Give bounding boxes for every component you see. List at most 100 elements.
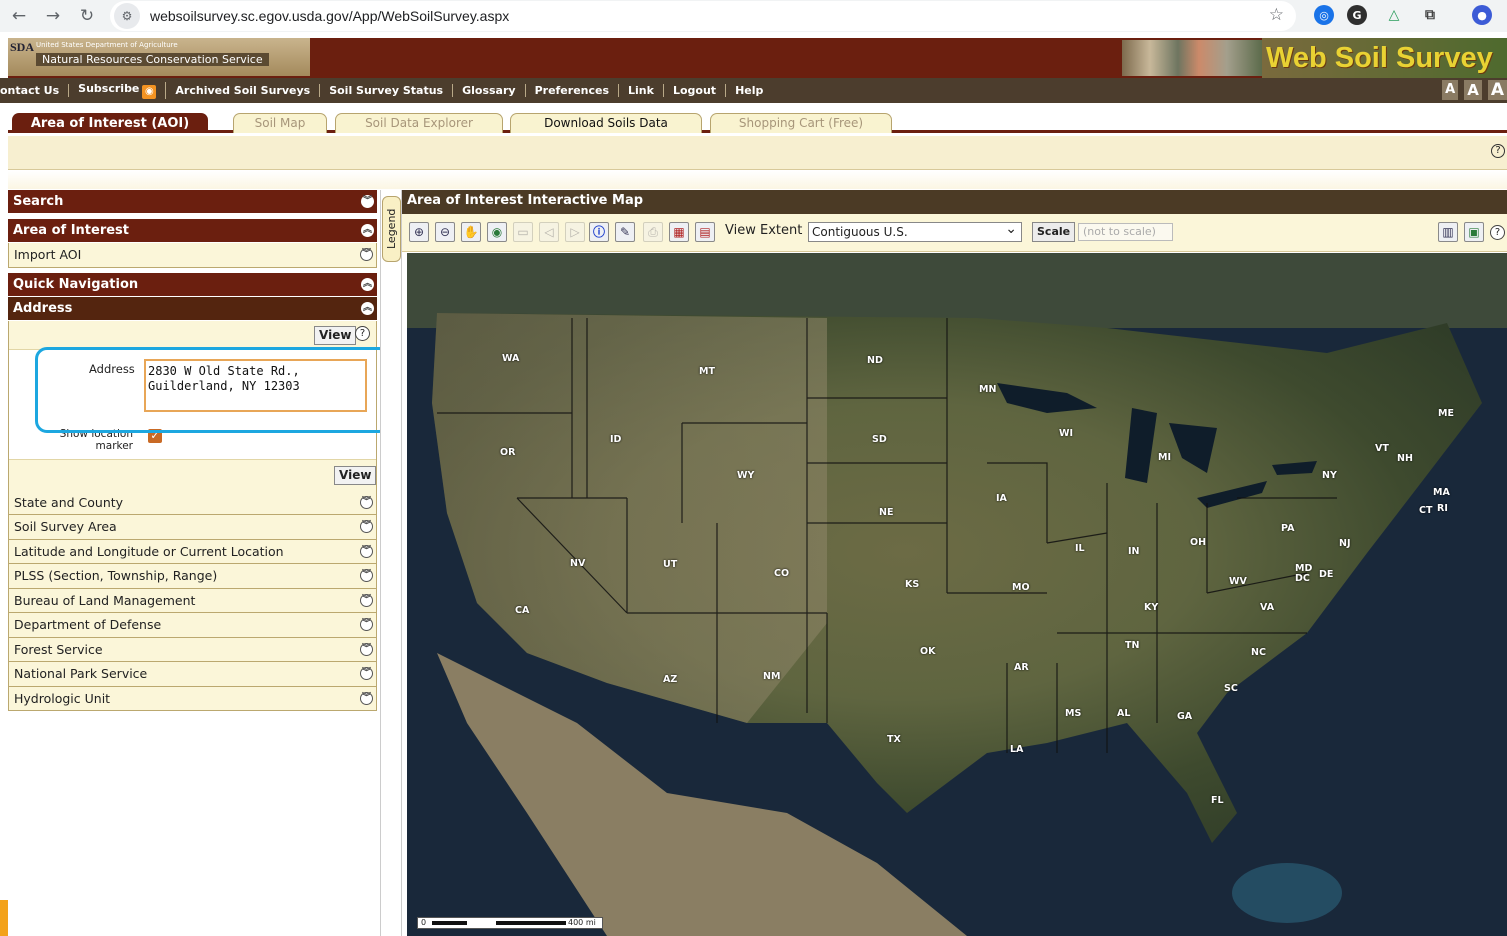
search-header[interactable]: Search ︾ bbox=[8, 190, 377, 214]
extensions-puzzle-icon[interactable]: ⧉ bbox=[1420, 5, 1440, 25]
font-size-controls: A A A bbox=[1436, 80, 1507, 100]
tab-soil-data-explorer[interactable]: Soil Data Explorer bbox=[335, 113, 503, 133]
expand-icon[interactable]: ︾ bbox=[360, 248, 373, 261]
state-label: UT bbox=[663, 559, 678, 570]
collapse-icon[interactable]: ︾ bbox=[361, 195, 374, 208]
help-icon[interactable]: ? bbox=[1491, 144, 1505, 158]
identify-info-icon[interactable]: ⓘ bbox=[589, 222, 609, 242]
pan-hand-icon[interactable]: ✋ bbox=[461, 222, 481, 242]
state-label: KY bbox=[1144, 602, 1159, 613]
font-size-medium[interactable]: A bbox=[1464, 80, 1482, 100]
measure-ruler-icon[interactable]: ✎ bbox=[615, 222, 635, 242]
import-aoi-row[interactable]: Import AOI ︾ bbox=[8, 243, 377, 268]
collapse-icon[interactable]: ︽ bbox=[361, 224, 374, 237]
view-button-top[interactable]: View bbox=[314, 325, 357, 345]
scale-select[interactable]: (not to scale) bbox=[1078, 223, 1173, 241]
scale-bar-segment bbox=[432, 921, 467, 925]
view-extent-select[interactable]: Contiguous U.S. bbox=[808, 220, 1022, 242]
nav-archived-soil-surveys[interactable]: Archived Soil Surveys bbox=[166, 84, 321, 97]
nav-soil-survey-status[interactable]: Soil Survey Status bbox=[320, 84, 454, 97]
state-label: CA bbox=[515, 605, 530, 616]
drive-icon[interactable]: △ bbox=[1384, 5, 1404, 25]
quick-nav-item[interactable]: Hydrologic Unit ︾ bbox=[8, 686, 377, 711]
usda-logo[interactable]: SDA United States Department of Agricult… bbox=[8, 38, 310, 76]
aoi-rectangle-icon[interactable]: ▭ bbox=[513, 222, 533, 242]
aoi-polygon-icon[interactable]: ▦ bbox=[669, 222, 689, 242]
interactive-map[interactable]: WA MT ND MN ME OR ID SD WI VT NH WY MI NY MA CT RI IA NE PA… bbox=[407, 253, 1507, 936]
header-photo-strip bbox=[1122, 40, 1262, 76]
full-extent-globe-icon[interactable]: ◉ bbox=[487, 222, 507, 242]
tab-shopping-cart[interactable]: Shopping Cart (Free) bbox=[710, 113, 892, 133]
nav-logout[interactable]: Logout bbox=[664, 84, 727, 97]
expand-icon[interactable]: ︾ bbox=[360, 618, 373, 631]
expand-icon[interactable]: ︾ bbox=[360, 667, 373, 680]
nav-subscribe-label[interactable]: Subscribe bbox=[78, 82, 139, 95]
state-label: AR bbox=[1014, 662, 1029, 673]
next-extent-icon[interactable]: ▷ bbox=[565, 222, 585, 242]
quick-nav-item[interactable]: National Park Service ︾ bbox=[8, 662, 377, 687]
print-icon[interactable]: ⎙ bbox=[643, 222, 663, 242]
address-bar[interactable]: ⚙ websoilsurvey.sc.egov.usda.gov/App/Web… bbox=[110, 1, 1296, 31]
forward-icon[interactable]: → bbox=[40, 3, 66, 29]
profile-avatar-icon[interactable]: ● bbox=[1472, 5, 1492, 25]
bookmark-star-icon[interactable]: ☆ bbox=[1269, 5, 1284, 25]
tab-area-of-interest[interactable]: Area of Interest (AOI) bbox=[12, 113, 208, 133]
expand-icon[interactable]: ︾ bbox=[360, 544, 373, 558]
rss-icon[interactable]: ◉ bbox=[142, 85, 157, 99]
nav-preferences[interactable]: Preferences bbox=[526, 84, 620, 97]
collapse-icon[interactable]: ︽ bbox=[361, 301, 374, 315]
expand-icon[interactable]: ︾ bbox=[360, 495, 373, 509]
reload-icon[interactable]: ↻ bbox=[74, 3, 100, 29]
tab-download-soils-data[interactable]: Download Soils Data bbox=[510, 113, 702, 133]
nav-link[interactable]: Link bbox=[619, 84, 664, 97]
map-canvas[interactable] bbox=[407, 253, 1507, 936]
previous-extent-icon[interactable]: ◁ bbox=[539, 222, 559, 242]
quick-nav-item[interactable]: State and County ︾ bbox=[8, 490, 377, 515]
nav-subscribe[interactable]: Subscribe ◉ bbox=[69, 82, 167, 99]
show-location-checkbox[interactable]: ✓ bbox=[148, 428, 162, 443]
nav-contact-us[interactable]: ontact Us bbox=[0, 84, 70, 97]
expand-icon[interactable]: ︾ bbox=[360, 593, 373, 607]
quick-nav-header[interactable]: Quick Navigation ︽ bbox=[8, 272, 377, 297]
quick-nav-item[interactable]: PLSS (Section, Township, Range) ︾ bbox=[8, 564, 377, 589]
overview-map-icon[interactable]: ▣ bbox=[1464, 222, 1484, 242]
collapse-icon[interactable]: ︽ bbox=[361, 277, 374, 291]
font-size-small[interactable]: A bbox=[1442, 80, 1459, 100]
font-size-large[interactable]: A bbox=[1487, 80, 1507, 100]
state-label: IN bbox=[1128, 546, 1140, 557]
nav-help[interactable]: Help bbox=[726, 84, 772, 97]
zoom-in-icon[interactable]: ⊕ bbox=[409, 222, 429, 242]
back-icon[interactable]: ← bbox=[6, 3, 32, 29]
layers-icon[interactable]: ▥ bbox=[1438, 222, 1458, 242]
expand-icon[interactable]: ︾ bbox=[360, 691, 373, 705]
extension-icon-2[interactable]: G bbox=[1347, 5, 1367, 25]
site-settings-icon[interactable]: ⚙ bbox=[114, 3, 140, 29]
clear-aoi-icon[interactable]: ▤ bbox=[695, 222, 715, 242]
expand-icon[interactable]: ︾ bbox=[360, 520, 373, 533]
panel-divider[interactable] bbox=[380, 190, 402, 936]
view-button[interactable]: View bbox=[334, 465, 377, 485]
address-header[interactable]: Address ︽ bbox=[8, 296, 377, 321]
quick-nav-item[interactable]: Latitude and Longitude or Current Locati… bbox=[8, 539, 377, 564]
quick-nav-item[interactable]: Soil Survey Area ︾ bbox=[8, 515, 377, 540]
url-text[interactable]: websoilsurvey.sc.egov.usda.gov/App/WebSo… bbox=[150, 8, 509, 24]
quick-nav-item-label: Soil Survey Area bbox=[14, 519, 117, 534]
nav-glossary[interactable]: Glossary bbox=[453, 84, 526, 97]
expand-icon[interactable]: ︾ bbox=[360, 569, 373, 582]
extension-icon-1[interactable]: ◎ bbox=[1314, 5, 1334, 25]
aoi-header[interactable]: Area of Interest ︽ bbox=[8, 219, 377, 243]
scale-button[interactable]: Scale bbox=[1032, 222, 1076, 242]
tab-row: Area of Interest (AOI) Soil Map Soil Dat… bbox=[8, 103, 1507, 133]
tab-soil-map[interactable]: Soil Map bbox=[233, 113, 327, 133]
legend-tab[interactable]: Legend bbox=[382, 196, 401, 262]
address-textarea[interactable]: 2830 W Old State Rd., Guilderland, NY 12… bbox=[144, 358, 367, 412]
zoom-out-icon[interactable]: ⊖ bbox=[435, 222, 455, 242]
expand-icon[interactable]: ︾ bbox=[360, 642, 373, 656]
help-icon[interactable]: ? bbox=[355, 325, 370, 341]
help-icon[interactable]: ? bbox=[1490, 225, 1505, 240]
map-title: Area of Interest Interactive Map bbox=[407, 193, 644, 208]
quick-nav-item[interactable]: Forest Service ︾ bbox=[8, 637, 377, 662]
state-label: ND bbox=[867, 355, 883, 366]
quick-nav-item[interactable]: Bureau of Land Management ︾ bbox=[8, 588, 377, 613]
quick-nav-item[interactable]: Department of Defense ︾ bbox=[8, 613, 377, 638]
